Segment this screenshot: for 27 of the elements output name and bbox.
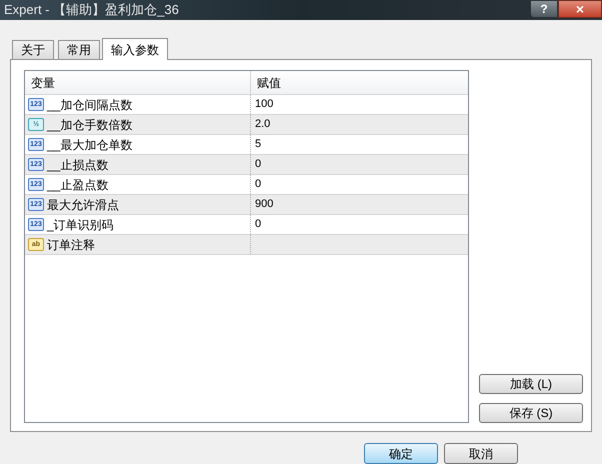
close-button[interactable]: × — [558, 0, 602, 18]
parameter-value[interactable]: 0 — [251, 175, 468, 194]
parameter-value[interactable]: 900 — [251, 195, 468, 214]
parameter-name: __加仓手数倍数 — [47, 116, 132, 134]
cancel-button[interactable]: 取消 — [444, 443, 518, 464]
column-header[interactable]: 变量 — [25, 71, 251, 94]
load-button[interactable]: 加载 (L) — [479, 374, 583, 394]
tab[interactable]: 常用 — [58, 40, 100, 59]
help-button[interactable]: ? — [530, 0, 558, 18]
parameter-value[interactable]: 0 — [251, 215, 468, 234]
parameter-name: _订单识别码 — [47, 216, 114, 234]
parameter-value[interactable]: 0 — [251, 155, 468, 174]
tab[interactable]: 输入参数 — [102, 38, 168, 60]
parameter-name: __加仓间隔点数 — [47, 96, 132, 114]
tab[interactable]: 关于 — [12, 40, 54, 59]
parameter-name: __最大加仓单数 — [47, 136, 132, 154]
ok-button[interactable]: 确定 — [364, 443, 438, 464]
save-button[interactable]: 保存 (S) — [479, 403, 583, 423]
parameter-value[interactable]: 5 — [251, 135, 468, 154]
parameter-name: 订单注释 — [47, 236, 95, 254]
parameter-value[interactable]: 2.0 — [251, 115, 468, 134]
parameter-value[interactable]: 100 — [251, 95, 468, 114]
column-header[interactable]: 赋值 — [251, 71, 468, 94]
parameter-name: 最大允许滑点 — [47, 196, 119, 214]
window-title: Expert - 【辅助】盈利加仓_36 — [4, 1, 179, 19]
parameter-name: __止损点数 — [47, 156, 108, 174]
parameter-name: __止盈点数 — [47, 176, 108, 194]
